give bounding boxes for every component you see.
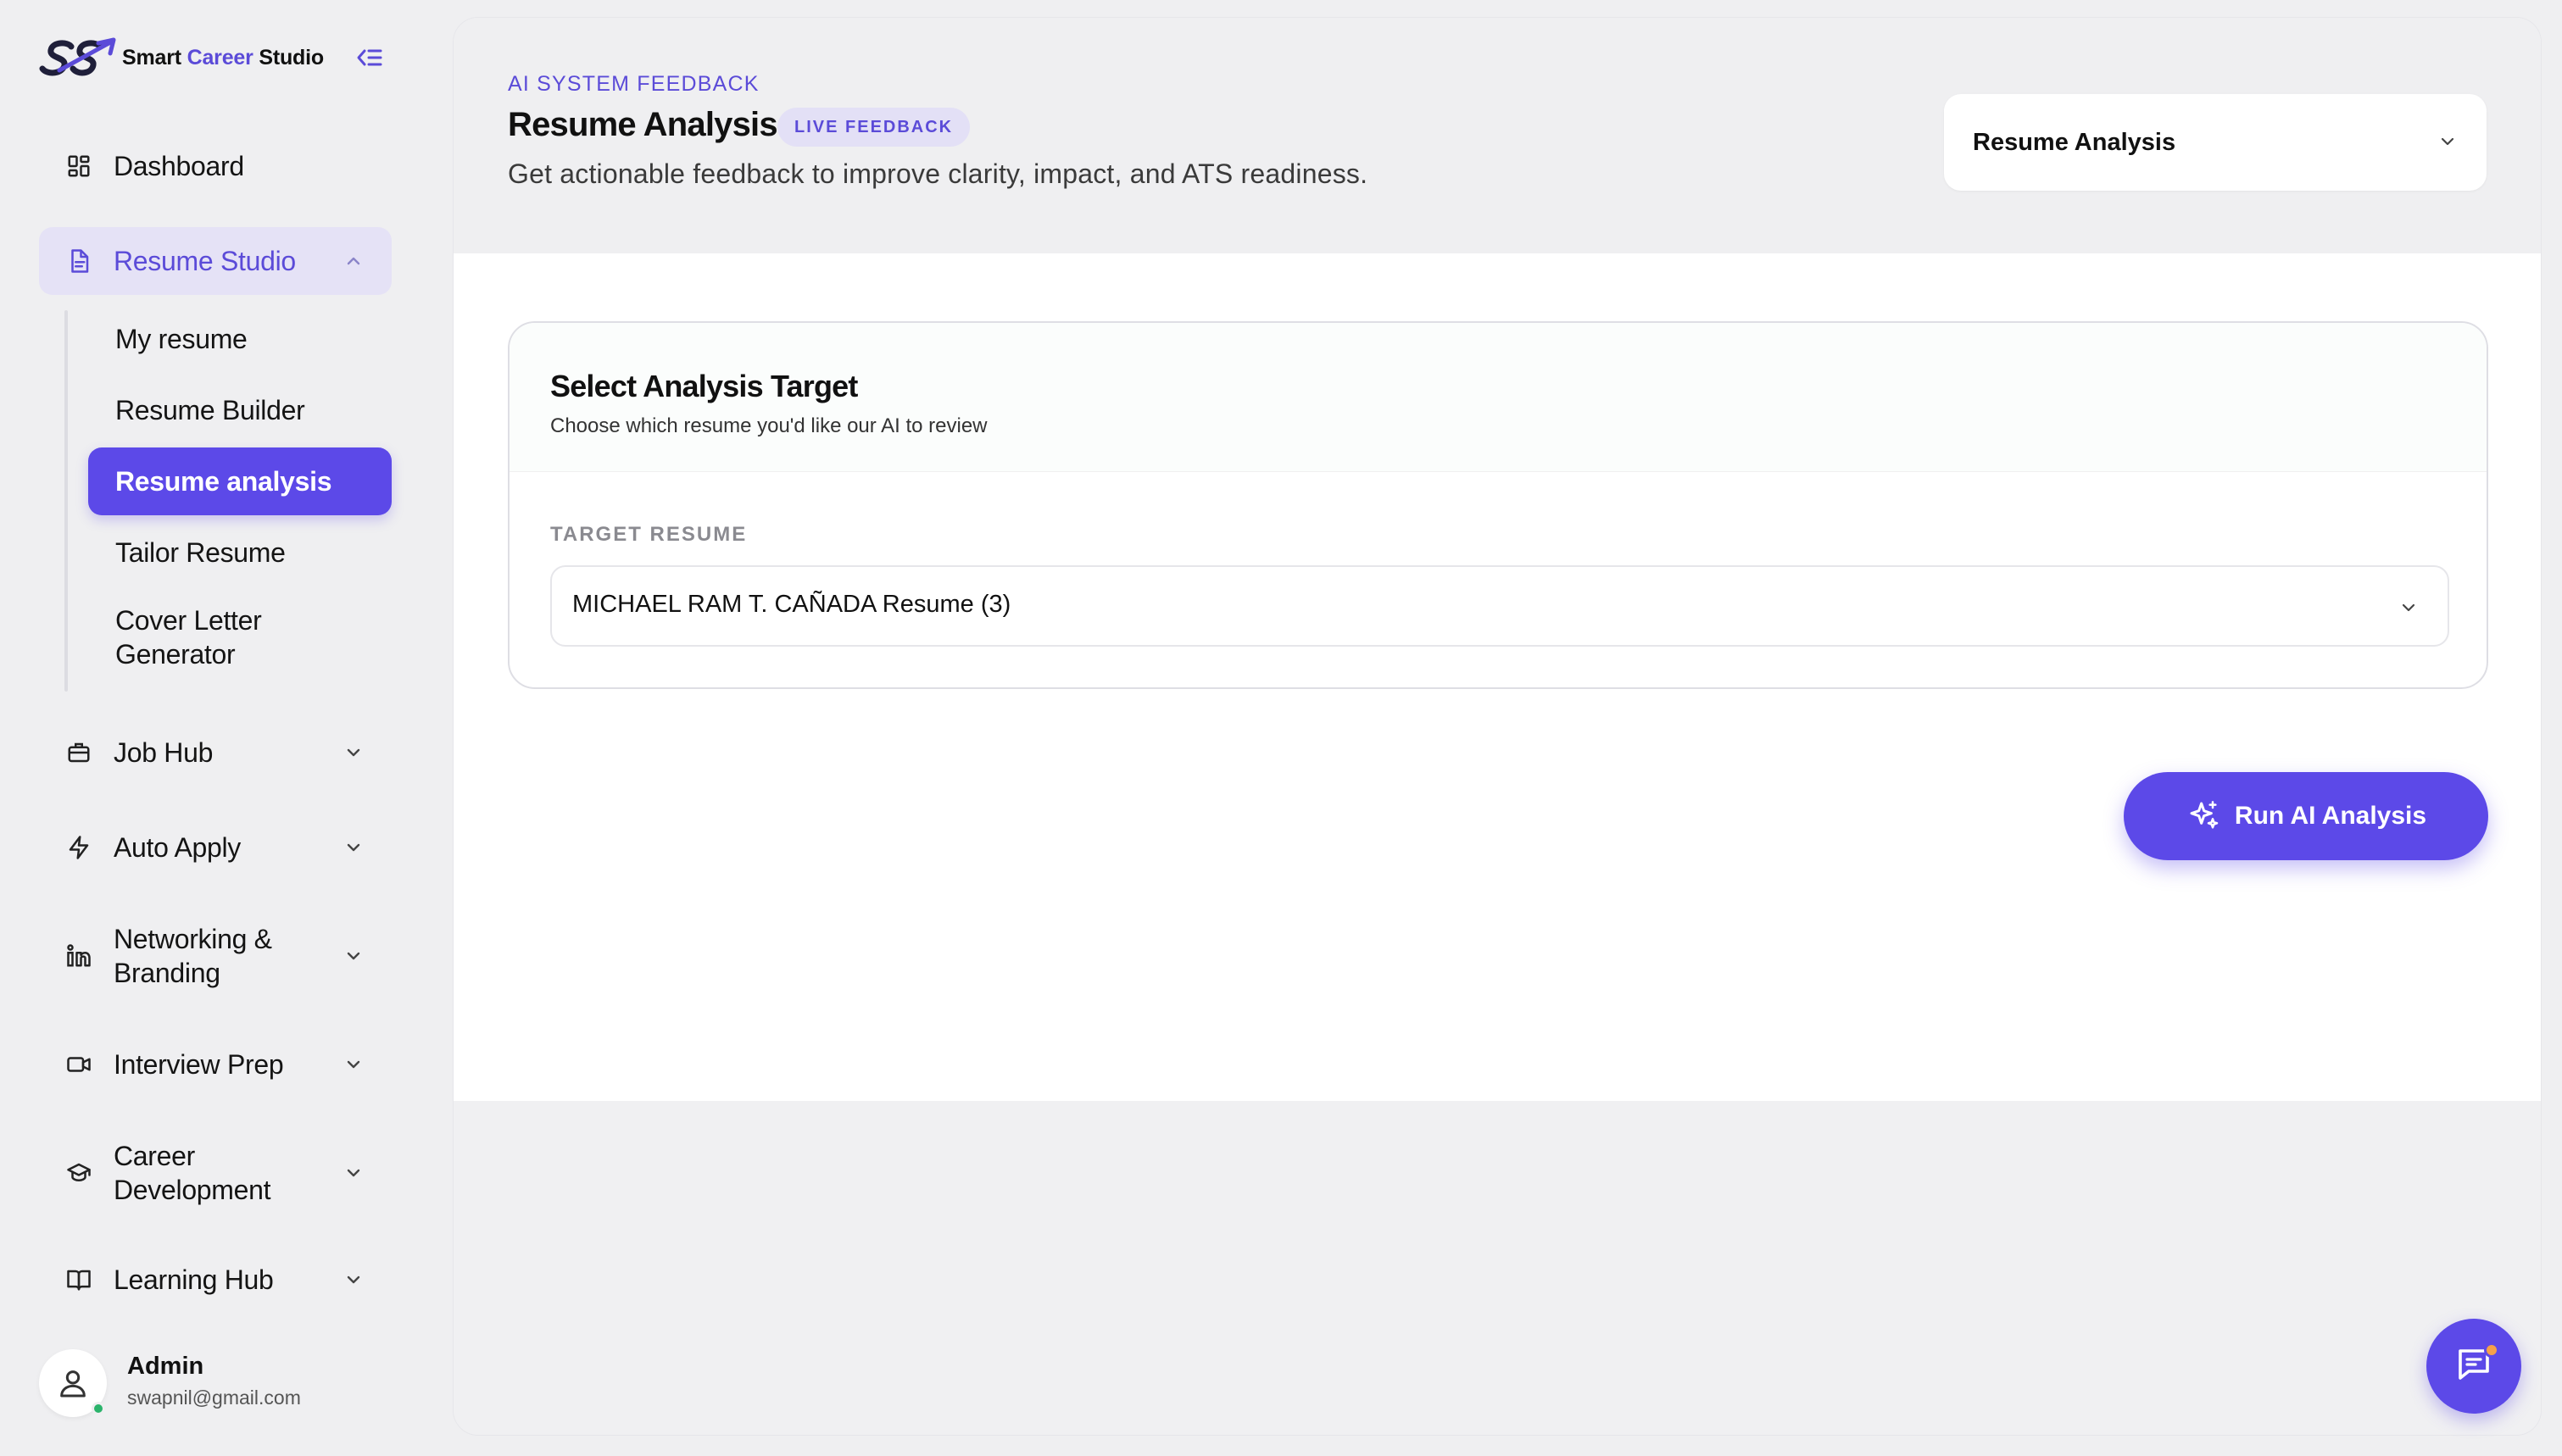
sidebar-subitem-tailor-resume[interactable]: Tailor Resume (88, 536, 392, 570)
chevron-down-icon[interactable] (341, 1267, 366, 1292)
graduation-cap-icon (64, 1159, 93, 1187)
sidebar-subitem-label: Tailor Resume (115, 537, 286, 568)
sidebar-subitem-label: Cover Letter Generator (115, 605, 262, 670)
card-title: Select Analysis Target (550, 369, 858, 403)
sidebar-item-job-hub[interactable]: Job Hub (39, 736, 392, 770)
sidebar-item-resume-studio[interactable]: Resume Studio (39, 227, 392, 295)
user-icon (60, 1370, 86, 1398)
grid-icon (64, 152, 93, 181)
online-status-dot (92, 1402, 105, 1415)
analysis-target-card: Select Analysis Target Choose which resu… (508, 321, 2488, 689)
chevron-down-icon (2434, 128, 2461, 155)
chevron-up-icon[interactable] (341, 248, 366, 274)
run-ai-analysis-button[interactable]: Run AI Analysis (2124, 772, 2488, 860)
sidebar-subitem-label: Resume Builder (115, 395, 305, 425)
sidebar: Smart Career Studio Dashboard Resume Stu… (0, 0, 446, 1456)
sidebar-item-learning-hub[interactable]: Learning Hub (39, 1263, 392, 1297)
chevron-down-icon[interactable] (341, 740, 366, 765)
sidebar-item-label: Learning Hub (114, 1264, 274, 1295)
chevron-down-icon[interactable] (341, 1160, 366, 1186)
sss-logo-icon (39, 36, 117, 80)
chevron-down-icon[interactable] (341, 835, 366, 860)
sidebar-item-dashboard[interactable]: Dashboard (39, 149, 392, 183)
sidebar-item-label: Interview Prep (114, 1049, 284, 1080)
user-name: Admin (127, 1353, 204, 1380)
page-title: Resume Analysis (508, 106, 778, 143)
run-ai-analysis-label: Run AI Analysis (2234, 802, 2427, 830)
chat-button[interactable] (2426, 1319, 2521, 1414)
sidebar-subitem-cover-letter[interactable]: Cover Letter Generator (88, 603, 392, 671)
sidebar-item-label: Networking & Branding (114, 924, 272, 988)
target-resume-select[interactable]: MICHAEL RAM T. CAÑADA Resume (3) (550, 565, 2449, 647)
page-eyebrow: AI SYSTEM FEEDBACK (508, 72, 760, 96)
chevron-down-icon[interactable] (341, 943, 366, 969)
target-resume-value: MICHAEL RAM T. CAÑADA Resume (3) (572, 591, 1011, 618)
sparkles-icon (2186, 797, 2223, 835)
notification-dot (2484, 1342, 2499, 1358)
page-subtitle: Get actionable feedback to improve clari… (508, 158, 1368, 189)
sidebar-subitem-resume-analysis[interactable]: Resume analysis (88, 447, 392, 515)
chevron-down-icon (2395, 594, 2422, 621)
sidebar-subitem-my-resume[interactable]: My resume (88, 322, 392, 356)
content-area: Select Analysis Target Choose which resu… (454, 253, 2541, 1101)
view-select-dropdown[interactable]: Resume Analysis (1944, 94, 2487, 191)
page-header: AI SYSTEM FEEDBACK Resume Analysis LIVE … (454, 18, 2541, 253)
view-select-value: Resume Analysis (1973, 128, 2176, 156)
target-resume-label: TARGET RESUME (550, 523, 748, 546)
main-panel: AI SYSTEM FEEDBACK Resume Analysis LIVE … (453, 17, 2542, 1436)
sidebar-item-label: Job Hub (114, 737, 214, 768)
card-subtitle: Choose which resume you'd like our AI to… (550, 414, 988, 437)
sidebar-item-label: Resume Studio (114, 246, 296, 276)
user-email: swapnil@gmail.com (127, 1387, 301, 1409)
sidebar-subitem-label: My resume (115, 324, 248, 354)
live-feedback-badge: LIVE FEEDBACK (777, 108, 971, 147)
chevron-down-icon[interactable] (341, 1052, 366, 1077)
document-icon (64, 247, 93, 275)
subnav-rail (64, 310, 68, 692)
brand-logo[interactable]: Smart Career Studio (39, 34, 387, 81)
collapse-sidebar-icon[interactable] (353, 42, 387, 73)
sidebar-item-label: Dashboard (114, 151, 244, 181)
sidebar-item-label: Auto Apply (114, 832, 242, 863)
sidebar-item-auto-apply[interactable]: Auto Apply (39, 831, 392, 864)
sidebar-item-networking-branding[interactable]: Networking & Branding (39, 922, 392, 990)
sidebar-subitem-resume-builder[interactable]: Resume Builder (88, 393, 392, 427)
book-icon (64, 1265, 93, 1294)
brand-name: Smart Career Studio (122, 45, 324, 69)
sidebar-subitem-label: Resume analysis (115, 466, 332, 497)
bolt-icon (64, 833, 93, 862)
sidebar-item-label: Career Development (114, 1141, 271, 1205)
video-icon (64, 1050, 93, 1079)
user-profile[interactable]: Admin swapnil@gmail.com (39, 1349, 412, 1417)
linkedin-icon (64, 942, 93, 970)
sidebar-item-interview-prep[interactable]: Interview Prep (39, 1048, 392, 1081)
card-header: Select Analysis Target Choose which resu… (510, 323, 2487, 472)
briefcase-icon (64, 738, 93, 767)
sidebar-item-career-development[interactable]: Career Development (39, 1139, 392, 1207)
